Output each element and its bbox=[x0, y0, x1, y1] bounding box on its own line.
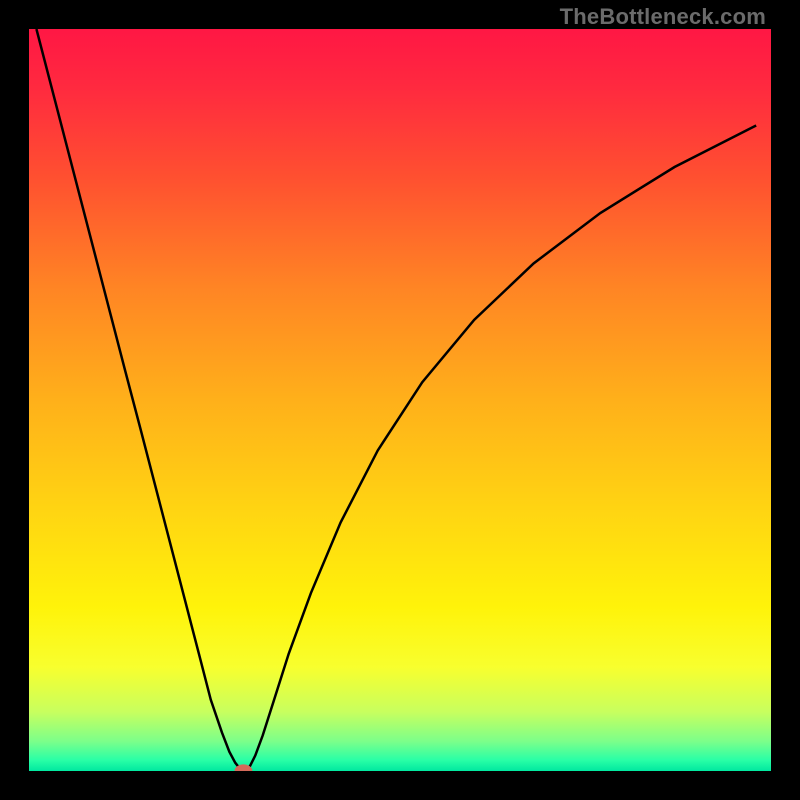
gradient-background bbox=[29, 29, 771, 771]
chart-frame: TheBottleneck.com bbox=[0, 0, 800, 800]
plot-area bbox=[29, 29, 771, 771]
chart-svg bbox=[29, 29, 771, 771]
watermark-text: TheBottleneck.com bbox=[560, 4, 766, 30]
